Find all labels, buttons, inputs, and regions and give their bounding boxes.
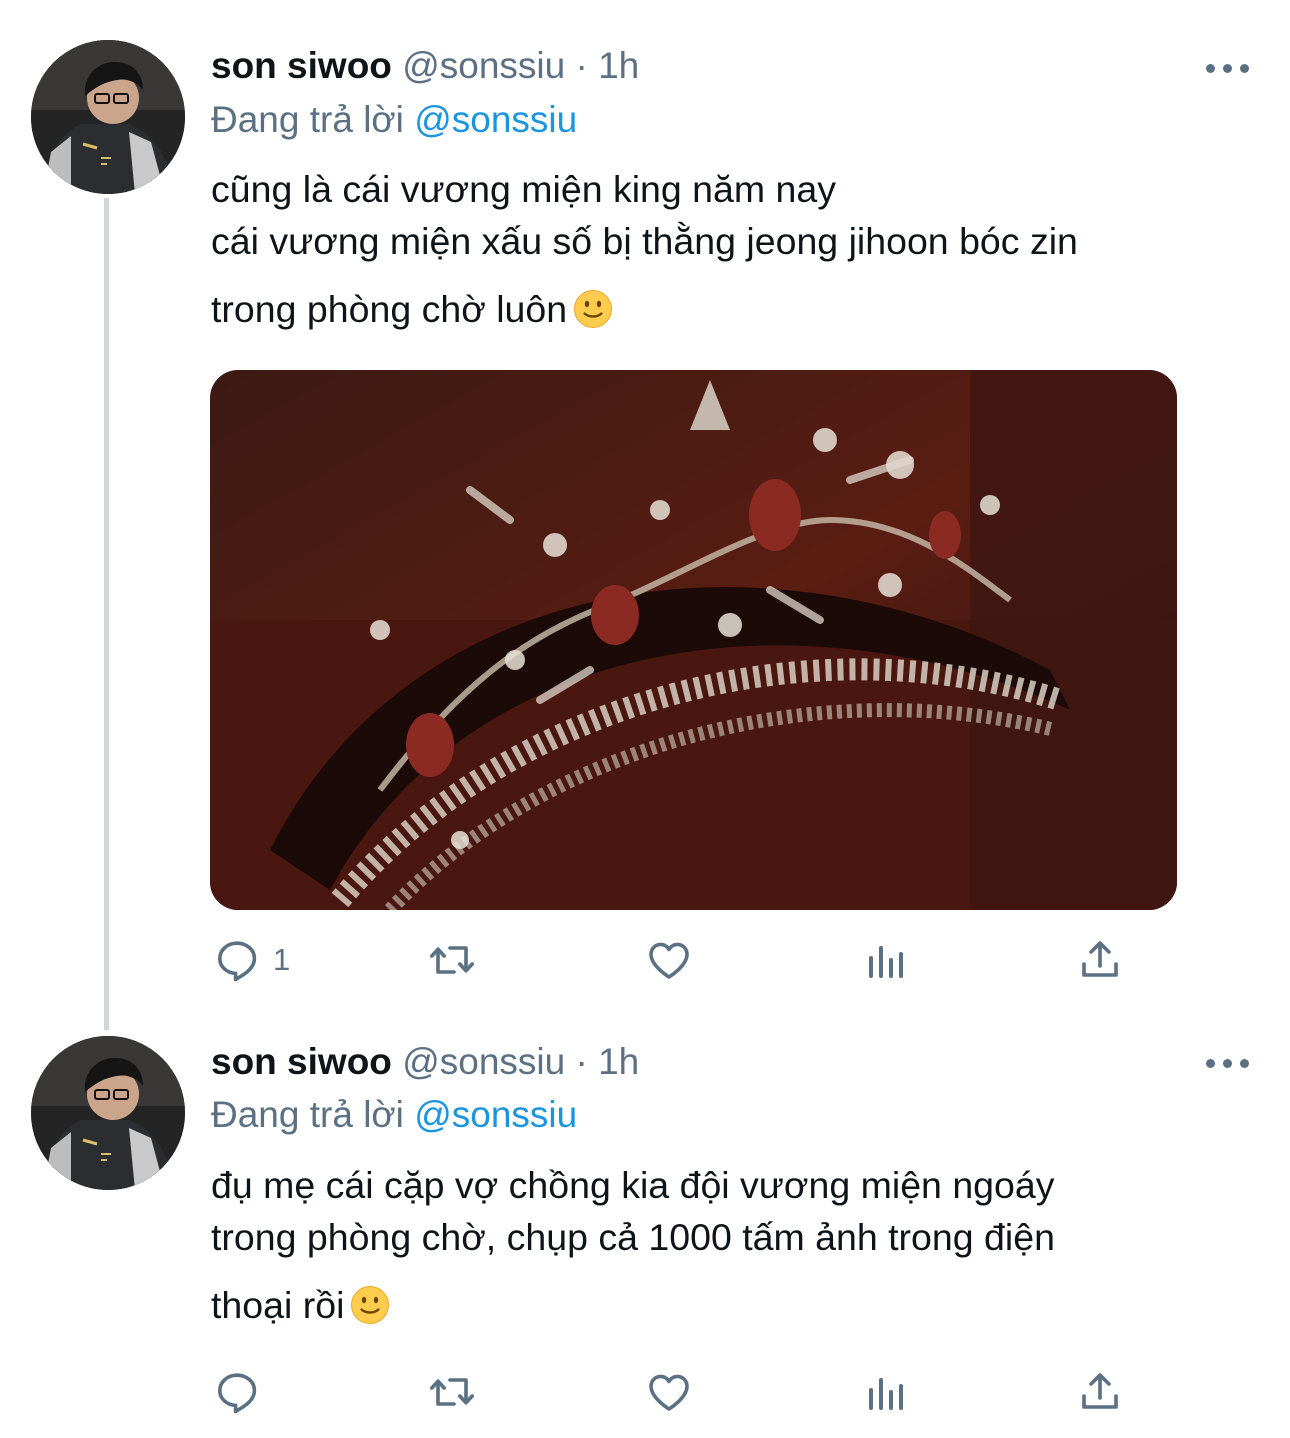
display-name[interactable]: son siwoo [211, 1041, 392, 1082]
tweet-text-line: trong phòng chờ, chụp cả 1000 tấm ảnh tr… [211, 1216, 1055, 1258]
tweet-text-line: trong phòng chờ luôn [211, 288, 568, 330]
share-upload-icon [1076, 1368, 1124, 1416]
tweet-actions: 1 [0, 930, 1290, 990]
speech-bubble-icon [213, 1368, 261, 1416]
tweet-text-line: cũng là cái vương miện king năm nay [211, 168, 837, 210]
timestamp[interactable]: 1h [598, 1041, 639, 1082]
analytics-button[interactable] [861, 930, 909, 990]
like-button[interactable] [645, 1362, 693, 1422]
separator: · [575, 45, 588, 86]
reply-button[interactable] [213, 1362, 261, 1422]
thread-connector-line [104, 198, 109, 1030]
reply-button[interactable]: 1 [213, 930, 290, 990]
share-button[interactable] [1076, 1362, 1124, 1422]
bar-chart-icon [861, 1368, 909, 1416]
replying-to-line: Đang trả lời @sonssiu [211, 1089, 577, 1141]
speech-bubble-icon [213, 936, 261, 984]
share-button[interactable] [1076, 930, 1124, 990]
tweet-text-line: cái vương miện xấu số bị thằng jeong jih… [211, 220, 1078, 262]
heart-icon [645, 936, 693, 984]
tweet-media-image[interactable] [210, 370, 1177, 910]
tweet-text-line: thoại rồi [211, 1284, 345, 1326]
more-dots-icon[interactable] [1200, 48, 1256, 88]
tweet-2[interactable]: son siwoo @sonssiu · 1h Đang trả lời @so… [0, 1000, 1290, 1438]
bar-chart-icon [861, 936, 909, 984]
retweet-button[interactable] [428, 1362, 476, 1422]
replying-to-mention[interactable]: @sonssiu [414, 99, 577, 140]
more-dots-icon[interactable] [1200, 1043, 1256, 1083]
display-name[interactable]: son siwoo [211, 45, 392, 86]
avatar[interactable] [31, 1036, 185, 1190]
share-upload-icon [1076, 936, 1124, 984]
tweet-header: son siwoo @sonssiu · 1h [211, 1032, 639, 1092]
retweet-arrows-icon [428, 936, 476, 984]
slightly-smiling-face-emoji-icon [573, 289, 613, 329]
analytics-button[interactable] [861, 1362, 909, 1422]
slightly-smiling-face-emoji-icon [350, 1285, 390, 1325]
separator: · [575, 1041, 588, 1082]
tweet-1[interactable]: son siwoo @sonssiu · 1h Đang trả lời @so… [0, 0, 1290, 1030]
handle[interactable]: @sonssiu [402, 1041, 565, 1082]
replying-to-mention[interactable]: @sonssiu [414, 1094, 577, 1135]
retweet-button[interactable] [428, 930, 476, 990]
tweet-text: đụ mẹ cái cặp vợ chồng kia đội vương miệ… [211, 1156, 1251, 1334]
avatar[interactable] [31, 40, 185, 194]
crown-photo [210, 370, 1177, 910]
retweet-arrows-icon [428, 1368, 476, 1416]
tweet-text: cũng là cái vương miện king năm nay cái … [211, 160, 1251, 338]
replying-to-line: Đang trả lời @sonssiu [211, 94, 577, 146]
like-button[interactable] [645, 930, 693, 990]
tweet-actions [0, 1362, 1290, 1422]
replying-to-label: Đang trả lời [211, 99, 404, 140]
replying-to-label: Đang trả lời [211, 1094, 404, 1135]
tweet-header: son siwoo @sonssiu · 1h [211, 36, 639, 96]
handle[interactable]: @sonssiu [402, 45, 565, 86]
reply-count: 1 [273, 942, 291, 977]
timestamp[interactable]: 1h [598, 45, 639, 86]
tweet-text-line: đụ mẹ cái cặp vợ chồng kia đội vương miệ… [211, 1164, 1055, 1206]
heart-icon [645, 1368, 693, 1416]
